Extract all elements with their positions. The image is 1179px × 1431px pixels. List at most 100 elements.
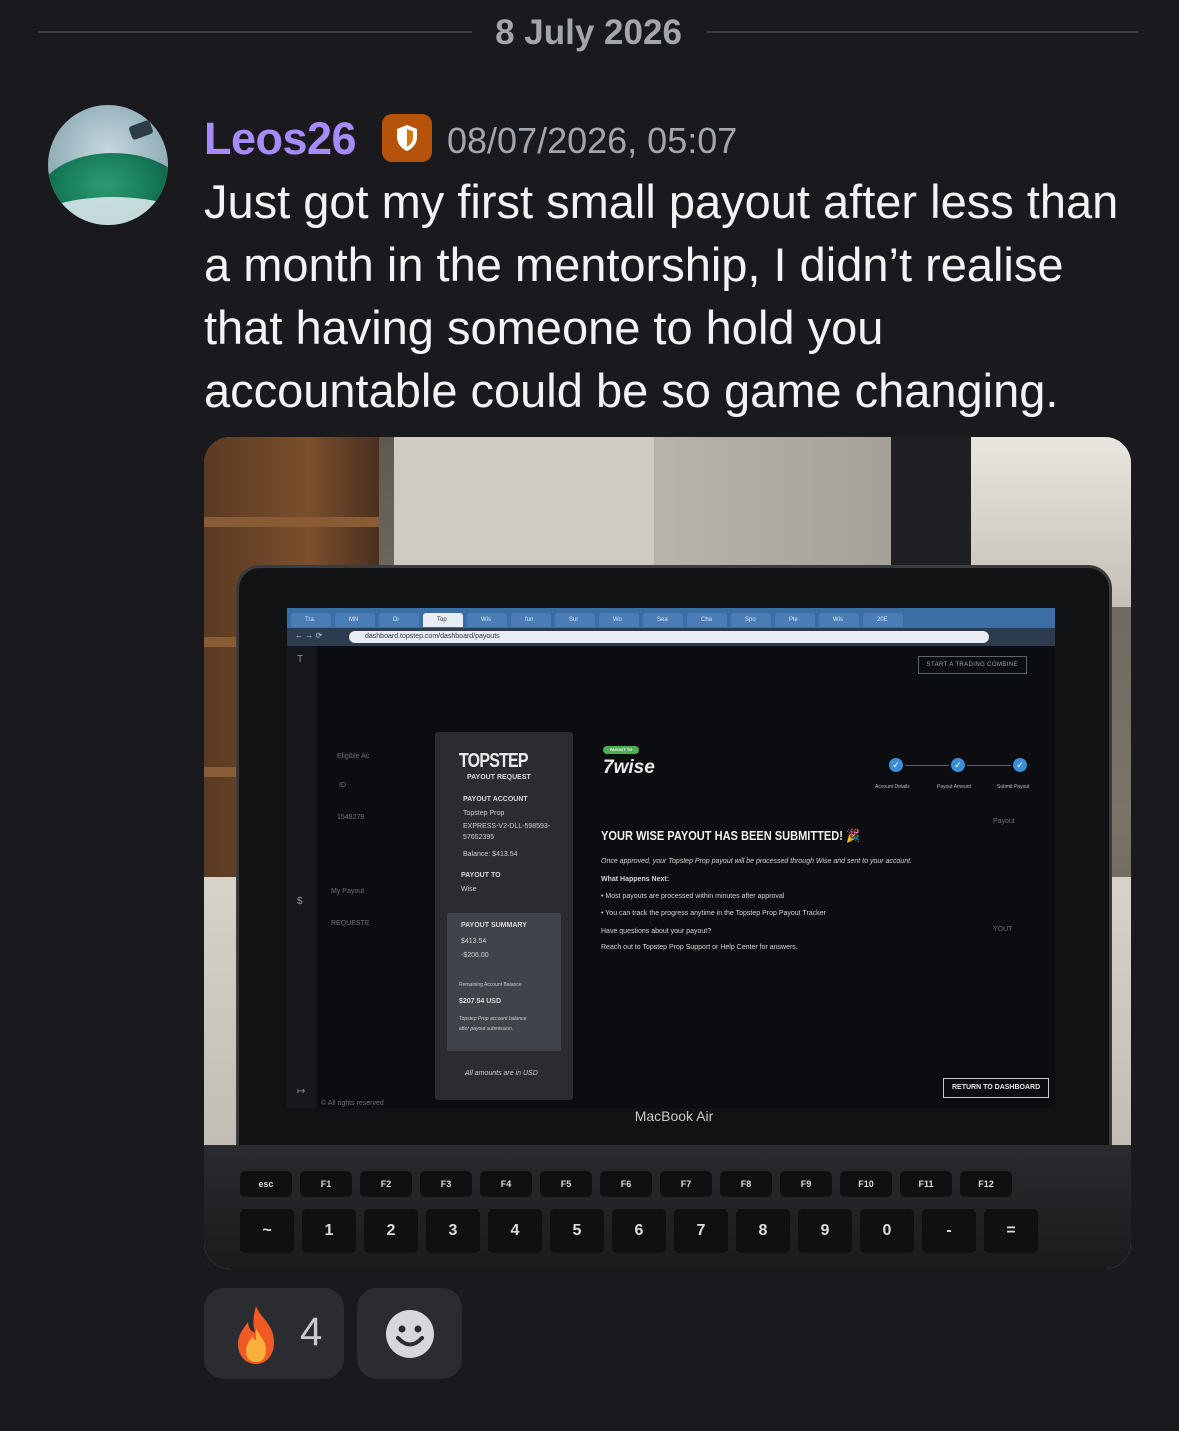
- currency-note: All amounts are in USD: [465, 1070, 538, 1077]
- browser-tab: Top: [423, 613, 463, 627]
- key: 5: [550, 1209, 604, 1253]
- summary-deduction: -$206.00: [461, 952, 489, 959]
- avatar-surfer: [128, 119, 154, 141]
- key-f6: F6: [600, 1171, 652, 1197]
- laptop: Tra MN Di Top Wis fun Sur Wo Sea Cha Spo Ple Wis 20E …: [236, 565, 1112, 1151]
- key: 1: [302, 1209, 356, 1253]
- key-f11: F11: [900, 1171, 952, 1197]
- avatar-foam: [48, 197, 168, 225]
- bg-text: ID: [339, 782, 346, 789]
- keyboard: esc F1 F2 F3 F4 F5 F6 F7 F8 F9 F10 F11 F12 ~1 2 3 4 5 6 7 8…: [204, 1145, 1131, 1269]
- key-f7: F7: [660, 1171, 712, 1197]
- key: ~: [240, 1209, 294, 1253]
- remaining-value: $207.54 USD: [459, 998, 502, 1005]
- key: 8: [736, 1209, 790, 1253]
- approval-text: Once approved, your Topstep Prop payout …: [601, 858, 912, 865]
- remaining-note-2: after payout submission.: [459, 1026, 514, 1032]
- payout-account-label: PAYOUT ACCOUNT: [463, 796, 528, 803]
- key: 7: [674, 1209, 728, 1253]
- payout-request-label: PAYOUT REQUEST: [467, 774, 531, 781]
- key: 0: [860, 1209, 914, 1253]
- next-label: What Happens Next:: [601, 876, 670, 883]
- nav-arrows-icon: ← → ⟳: [295, 631, 323, 640]
- key-f5: F5: [540, 1171, 592, 1197]
- url-field: dashboard.topstep.com/dashboard/payouts: [349, 631, 989, 643]
- account-balance: Balance: $413.54: [463, 851, 518, 858]
- add-reaction-icon: [386, 1310, 434, 1358]
- bg-text: Eligible Ac: [337, 753, 370, 760]
- fire-icon: [238, 1306, 274, 1364]
- bg-text: YOUT: [993, 926, 1013, 933]
- browser-tab: Sur: [555, 613, 595, 627]
- browser-tab: MN: [335, 613, 375, 627]
- message-text: Just got my first small payout after les…: [204, 175, 1119, 417]
- date-divider: 8 July 2026: [38, 10, 1139, 54]
- app-topbar: START A TRADING COMBINE: [287, 646, 1055, 678]
- browser-tab: Di: [379, 613, 419, 627]
- browser-tab: Ple: [775, 613, 815, 627]
- key-f1: F1: [300, 1171, 352, 1197]
- divider-line-right: [707, 31, 1139, 33]
- support-text: Reach out to Topstep Prop Support or Hel…: [601, 944, 798, 951]
- role-badge[interactable]: [382, 114, 432, 162]
- key-f8: F8: [720, 1171, 772, 1197]
- step-label: Submit Payout: [997, 784, 1030, 790]
- key: 6: [612, 1209, 666, 1253]
- payout-to-label: PAYOUT TO: [461, 872, 501, 879]
- browser-tab: Wo: [599, 613, 639, 627]
- key-f9: F9: [780, 1171, 832, 1197]
- browser-address-bar: ← → ⟳ dashboard.topstep.com/dashboard/pa…: [287, 628, 1055, 646]
- function-key-row: esc F1 F2 F3 F4 F5 F6 F7 F8 F9 F10 F11 F12: [240, 1171, 1012, 1197]
- browser-tab: fun: [511, 613, 551, 627]
- step-connector: [967, 765, 1011, 766]
- room-cloth: [891, 437, 981, 577]
- key-f10: F10: [840, 1171, 892, 1197]
- shield-icon: [397, 125, 417, 151]
- topstep-logo: TOPSTEP: [459, 750, 529, 772]
- account-id-2: 57652395: [463, 834, 495, 841]
- bg-text: 1548279: [337, 814, 365, 821]
- reaction-count: 4: [300, 1310, 323, 1354]
- browser-tab: 20E: [863, 613, 903, 627]
- browser-tab: Wis: [467, 613, 507, 627]
- step-label: Payout Amount: [937, 784, 971, 790]
- summary-amount: $413.54: [461, 938, 487, 945]
- avatar[interactable]: [48, 105, 168, 225]
- step-check-icon: ✓: [1013, 758, 1027, 772]
- browser-tab: Tra: [291, 613, 331, 627]
- key: 4: [488, 1209, 542, 1253]
- browser-tab: Wis: [819, 613, 859, 627]
- browser-tab-bar: Tra MN Di Top Wis fun Sur Wo Sea Cha Spo Ple Wis 20E: [287, 608, 1055, 628]
- key: 3: [426, 1209, 480, 1253]
- username[interactable]: Leos26: [204, 113, 357, 165]
- attachment-image[interactable]: Tra MN Di Top Wis fun Sur Wo Sea Cha Spo Ple Wis 20E …: [204, 437, 1131, 1269]
- reaction-fire[interactable]: 4: [204, 1288, 344, 1379]
- bg-text: REQUESTE: [331, 920, 370, 927]
- payout-to-pill: PAYOUT TO: [603, 746, 639, 754]
- key-f2: F2: [360, 1171, 412, 1197]
- key: 9: [798, 1209, 852, 1253]
- submitted-heading: YOUR WISE PAYOUT HAS BEEN SUBMITTED! 🎉: [601, 828, 860, 843]
- add-reaction-button[interactable]: [357, 1288, 462, 1379]
- bullet: • Most payouts are processed within minu…: [601, 893, 785, 900]
- account-name: Topstep Prop: [463, 810, 505, 817]
- key: =: [984, 1209, 1038, 1253]
- key: -: [922, 1209, 976, 1253]
- remaining-note: Topstep Prop account balance: [459, 1016, 527, 1022]
- wise-logo: 7wise: [603, 757, 655, 778]
- remaining-label: Remaining Account Balance: [459, 982, 522, 988]
- macbook-label: MacBook Air: [634, 1108, 714, 1124]
- bg-text: My Payout: [331, 888, 365, 895]
- browser-tab: Cha: [687, 613, 727, 627]
- step-label: Account Details: [875, 784, 910, 790]
- step-check-icon: ✓: [889, 758, 903, 772]
- date-divider-label: 8 July 2026: [495, 13, 682, 52]
- payout-to-value: Wise: [461, 886, 477, 893]
- account-id: EXPRESS-V2-DLL-598593-: [463, 823, 551, 830]
- key-f4: F4: [480, 1171, 532, 1197]
- browser-tab: Sea: [643, 613, 683, 627]
- start-combine-button: START A TRADING COMBINE: [917, 656, 1027, 674]
- step-check-icon: ✓: [951, 758, 965, 772]
- browser-tab: Spo: [731, 613, 771, 627]
- return-dashboard-button: RETURN TO DASHBOARD: [943, 1078, 1050, 1098]
